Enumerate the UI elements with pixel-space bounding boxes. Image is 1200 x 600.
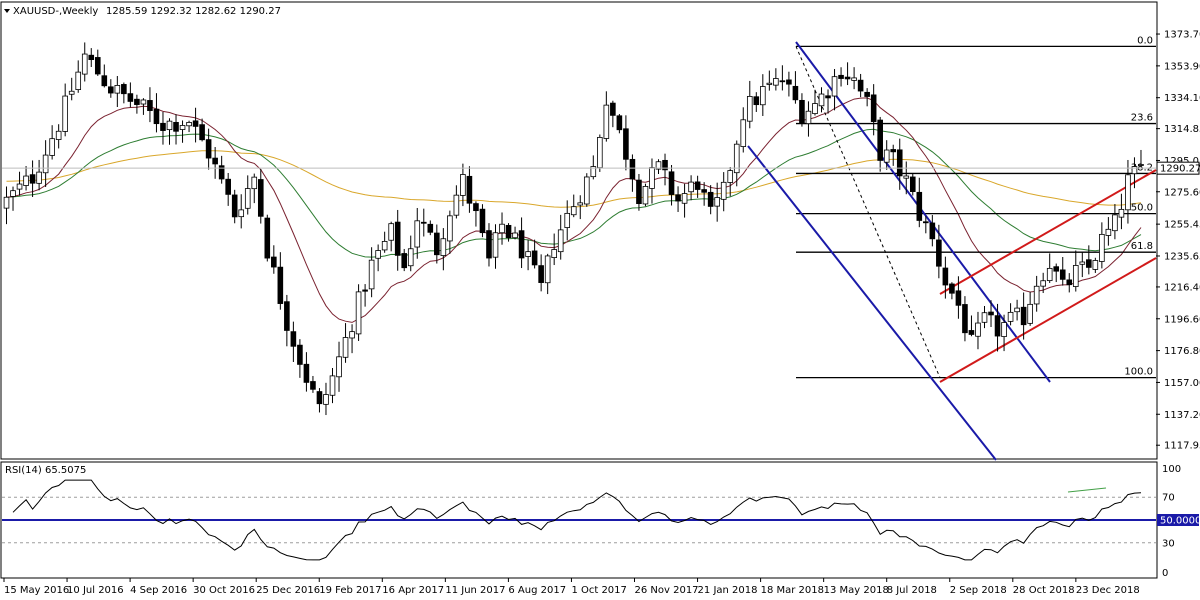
price-tick-label: 1334.10 (1164, 93, 1200, 104)
candle (597, 134, 603, 172)
price-tick-label: 1275.60 (1164, 187, 1200, 198)
time-tick-label: 25 Dec 2016 (256, 585, 320, 596)
time-tick-label: 21 Jan 2018 (698, 585, 758, 596)
price-tick-label: 1176.80 (1164, 346, 1200, 357)
time-tick-label: 19 Feb 2017 (319, 585, 381, 596)
rsi-label: RSI(14) 65.5075 (5, 465, 86, 476)
time-tick-label: 15 May 2016 (4, 585, 69, 596)
time-tick-label: 4 Sep 2016 (130, 585, 187, 596)
price-tick-label: 1137.20 (1164, 410, 1200, 421)
price-tick-label: 1117.95 (1164, 441, 1200, 452)
time-tick-label: 1 Oct 2017 (571, 585, 626, 596)
price-tick-label: 1216.40 (1164, 282, 1200, 293)
last-price-label: 1290.27 (1160, 164, 1200, 175)
price-pane (0, 1, 1158, 460)
candle (642, 183, 649, 207)
fib-level-label: 23.6 (1131, 113, 1153, 124)
time-tick-label: 8 Jul 2018 (887, 585, 937, 596)
candle (355, 284, 362, 341)
candle (264, 214, 271, 262)
candle (479, 204, 486, 238)
fib-level-label: 50.0 (1131, 203, 1153, 214)
price-tick-label: 1235.65 (1164, 251, 1200, 262)
time-tick-label: 6 Aug 2017 (508, 585, 566, 596)
time-tick-label: 28 Oct 2018 (1013, 585, 1075, 596)
symbol-label: XAUUSD-,Weekly (13, 6, 98, 17)
time-tick-label: 11 Jun 2017 (445, 585, 505, 596)
price-tick-label: 1255.45 (1164, 220, 1200, 231)
fib-level-label: 100.0 (1124, 367, 1153, 378)
price-tick-label: 1314.85 (1164, 124, 1200, 135)
price-tick-label: 1373.70 (1164, 30, 1200, 41)
price-tick-label: 1196.60 (1164, 314, 1200, 325)
candle (583, 173, 590, 207)
rsi-tick-label: 70 (1162, 493, 1175, 504)
rsi-tick-label: 100 (1162, 464, 1181, 475)
fib-level-label: 0.0 (1137, 35, 1153, 46)
time-tick-label: 2 Sep 2018 (950, 585, 1007, 596)
rsi-tick-label: 0 (1162, 568, 1168, 579)
time-axis: 15 May 201610 Jul 2016 4 Sep 2016 30 Oct 2… (3, 578, 1140, 596)
time-tick-label: 23 Dec 2018 (1076, 585, 1140, 596)
price-tick-label: 1157.00 (1164, 378, 1200, 389)
rsi-tick-label: 50.0000 (1160, 516, 1200, 527)
price-chart: 0.023.638.250.061.8100.0 1373.701353.901… (0, 1, 1200, 596)
time-tick-label: 26 Nov 2017 (635, 585, 699, 596)
time-tick-label: 18 Mar 2018 (761, 585, 824, 596)
time-tick-label: 13 May 2018 (824, 585, 889, 596)
rsi-tick-label: 30 (1162, 538, 1175, 549)
time-tick-label: 16 Apr 2017 (382, 585, 444, 596)
fib-level-label: 61.8 (1131, 241, 1153, 252)
ohlc-label: 1285.59 1292.32 1282.62 1290.27 (106, 6, 281, 17)
time-tick-label: 30 Oct 2016 (193, 585, 255, 596)
time-tick-label: 10 Jul 2016 (67, 585, 124, 596)
price-tick-label: 1353.90 (1164, 61, 1200, 72)
